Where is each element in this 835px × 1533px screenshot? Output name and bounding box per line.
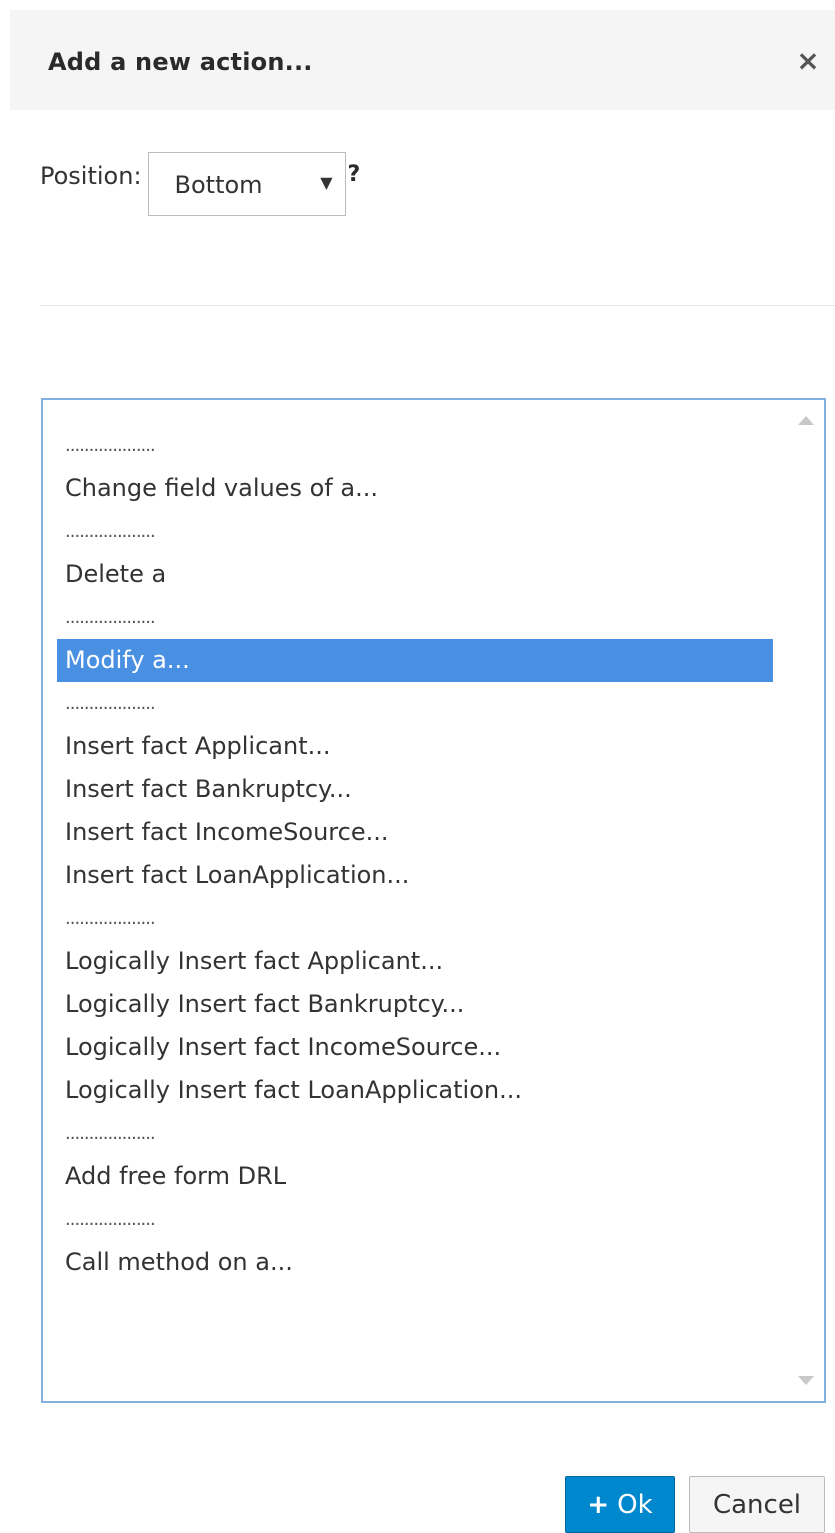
list-separator: ...................	[65, 908, 156, 929]
list-separator: ...................	[65, 1209, 156, 1230]
list-item[interactable]: Logically Insert fact IncomeSource...	[57, 1026, 773, 1069]
cancel-button[interactable]: Cancel	[689, 1476, 825, 1533]
list-separator: ...................	[65, 521, 156, 542]
list-item[interactable]: Change field values of a...	[57, 467, 773, 510]
divider	[40, 305, 835, 306]
list-scrollbar[interactable]	[784, 400, 824, 1401]
plus-icon: +	[587, 1489, 610, 1520]
position-select-value: Bottom	[174, 171, 263, 199]
list-item[interactable]: Logically Insert fact Applicant...	[57, 940, 773, 983]
help-icon[interactable]: ?	[348, 162, 361, 187]
list-item[interactable]: Logically Insert fact LoanApplication...	[57, 1069, 773, 1112]
list-item[interactable]: Insert fact LoanApplication...	[57, 854, 773, 897]
action-list-items: ................... Change field values o…	[57, 424, 773, 1284]
list-item[interactable]: Modify a...	[57, 639, 773, 682]
ok-button-label: Ok	[617, 1489, 653, 1520]
ok-button[interactable]: + Ok	[565, 1476, 675, 1533]
list-separator: ...................	[65, 435, 156, 456]
add-action-dialog: Add a new action... × Position: Bottom ▼…	[0, 0, 835, 1533]
list-item[interactable]: Call method on a...	[57, 1241, 773, 1284]
list-separator: ...................	[65, 607, 156, 628]
scroll-up-arrow-icon[interactable]	[798, 416, 814, 425]
list-item[interactable]: Delete a	[57, 553, 773, 596]
position-select[interactable]: Bottom ▼	[147, 152, 346, 216]
dropdown-arrow-icon: ▼	[320, 173, 333, 192]
list-item[interactable]: Logically Insert fact Bankruptcy...	[57, 983, 773, 1026]
action-listbox[interactable]: ................... Change field values o…	[41, 398, 826, 1403]
position-row: Position: Bottom ▼ ?	[40, 152, 360, 216]
list-separator: ...................	[65, 693, 156, 714]
dialog-footer: + Ok Cancel	[565, 1476, 825, 1533]
list-item[interactable]: Add free form DRL	[57, 1155, 773, 1198]
list-separator: ...................	[65, 1123, 156, 1144]
dialog-header: Add a new action... ×	[10, 10, 835, 110]
position-label: Position:	[40, 162, 142, 190]
list-item[interactable]: Insert fact Applicant...	[57, 725, 773, 768]
scroll-down-arrow-icon[interactable]	[798, 1376, 814, 1385]
list-item[interactable]: Insert fact IncomeSource...	[57, 811, 773, 854]
list-item[interactable]: Insert fact Bankruptcy...	[57, 768, 773, 811]
close-icon[interactable]: ×	[795, 47, 821, 75]
dialog-title: Add a new action...	[48, 48, 313, 76]
